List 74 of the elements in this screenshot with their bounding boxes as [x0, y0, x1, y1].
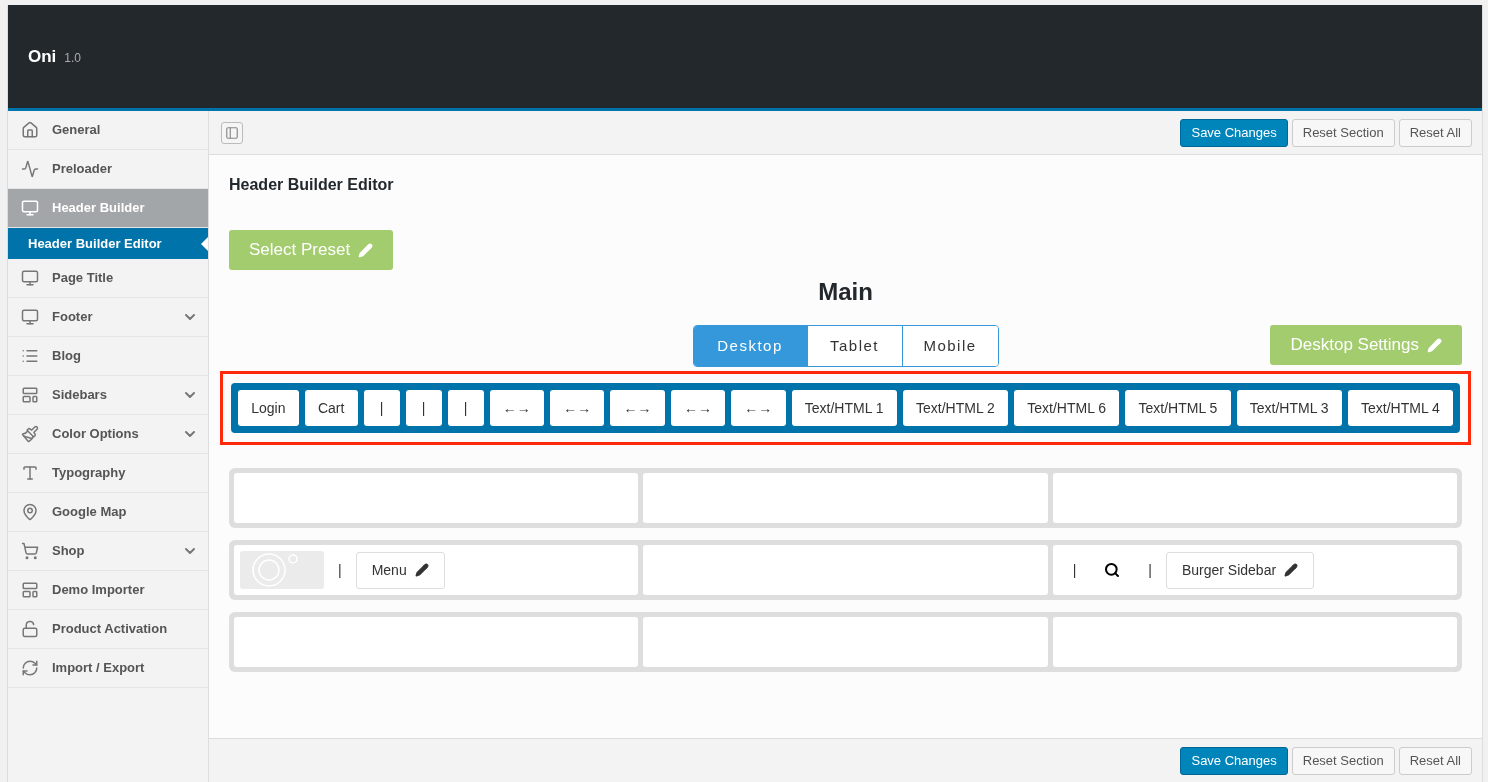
layout-icon	[21, 581, 39, 599]
sidebar-item[interactable]: Shop	[8, 532, 208, 571]
element-chip[interactable]: Text/HTML 1	[791, 390, 897, 426]
monitor-icon	[21, 308, 39, 326]
element-chip[interactable]: ←→	[549, 390, 605, 426]
separator-element[interactable]: |	[1058, 559, 1091, 581]
reset-all-button[interactable]: Reset All	[1398, 746, 1472, 775]
element-chip[interactable]: Text/HTML 3	[1236, 390, 1342, 426]
drop-zone[interactable]	[1052, 473, 1457, 523]
element-button[interactable]: Burger Sidebar	[1165, 551, 1315, 589]
element-chip[interactable]: Text/HTML 5	[1125, 390, 1231, 426]
chart-icon	[21, 160, 39, 178]
sidebar-item[interactable]: Blog	[8, 337, 208, 376]
element-chip[interactable]: ←→	[670, 390, 726, 426]
element-chip[interactable]: ←→	[610, 390, 665, 426]
sidebar-item[interactable]: Import / Export	[8, 649, 208, 688]
element-chip[interactable]: Text/HTML 2	[902, 390, 1009, 426]
layout-icon	[21, 386, 39, 404]
theme-version: 1.0	[64, 50, 82, 67]
panel-toggle[interactable]	[221, 121, 243, 144]
reset-all-button[interactable]: Reset All	[1398, 118, 1472, 147]
element-chip[interactable]: ←→	[731, 390, 786, 426]
theme-title: Oni	[28, 45, 57, 68]
save-changes-button[interactable]: Save Changes	[1180, 746, 1288, 775]
drop-zone[interactable]: | Menu	[234, 545, 639, 595]
cart-icon	[21, 542, 39, 560]
element-chip[interactable]: |	[363, 390, 400, 426]
element-chip[interactable]: Text/HTML 6	[1014, 390, 1120, 426]
sidebar-item[interactable]: Google Map	[8, 493, 208, 532]
pencil-icon	[358, 242, 374, 258]
sidebar-item[interactable]: General	[8, 111, 208, 150]
sidebar-item[interactable]: Color Options	[8, 415, 208, 454]
pencil-icon	[1284, 563, 1299, 577]
pencil-icon	[414, 563, 429, 577]
reset-section-button[interactable]: Reset Section	[1291, 118, 1395, 147]
drop-zone[interactable]	[1052, 617, 1457, 667]
map-pin-icon	[21, 503, 39, 521]
sidebar-item[interactable]: Footer	[8, 298, 208, 337]
sidebar-item[interactable]: Sidebars	[8, 376, 208, 415]
sidebar-item[interactable]: Product Activation	[8, 610, 208, 649]
drop-zone[interactable]	[643, 545, 1048, 595]
element-chip[interactable]: Cart	[304, 390, 358, 426]
drop-zone[interactable]	[234, 473, 639, 523]
list-icon	[21, 347, 39, 365]
sidebar-item[interactable]: Typography	[8, 454, 208, 493]
save-changes-button[interactable]: Save Changes	[1180, 118, 1288, 147]
section-title: Header Builder Editor	[229, 175, 395, 195]
element-chip[interactable]: ←→	[489, 390, 544, 426]
builder-title: Main	[817, 277, 874, 307]
search-icon[interactable]	[1104, 562, 1121, 578]
monitor-icon	[21, 199, 39, 217]
sidebar-subitem[interactable]: Header Builder Editor	[8, 228, 208, 259]
sidebar-item[interactable]: Page Title	[8, 259, 208, 298]
element-chip[interactable]: Text/HTML 4	[1347, 390, 1454, 426]
element-chip[interactable]: |	[405, 390, 442, 426]
sidebar-item[interactable]: Demo Importer	[8, 571, 208, 610]
home-icon	[21, 121, 39, 139]
pencil-icon	[1427, 337, 1442, 353]
drop-zone[interactable]	[643, 473, 1048, 523]
element-chip[interactable]: Login	[238, 390, 299, 426]
separator-element[interactable]: |	[1134, 559, 1166, 581]
separator-element[interactable]: |	[324, 559, 356, 581]
unlock-icon	[21, 620, 39, 638]
element-chip[interactable]: |	[447, 390, 484, 426]
drop-zone[interactable]	[234, 617, 639, 667]
monitor-icon	[21, 269, 39, 287]
panel-icon	[225, 125, 239, 140]
drop-zone[interactable]	[643, 617, 1048, 667]
reset-section-button[interactable]: Reset Section	[1291, 746, 1395, 775]
type-icon	[21, 464, 39, 482]
element-button[interactable]: Menu	[355, 551, 445, 589]
brush-icon	[21, 425, 39, 443]
drop-zone[interactable]: | | Burger Sidebar	[1052, 545, 1457, 595]
refresh-icon	[21, 659, 39, 677]
